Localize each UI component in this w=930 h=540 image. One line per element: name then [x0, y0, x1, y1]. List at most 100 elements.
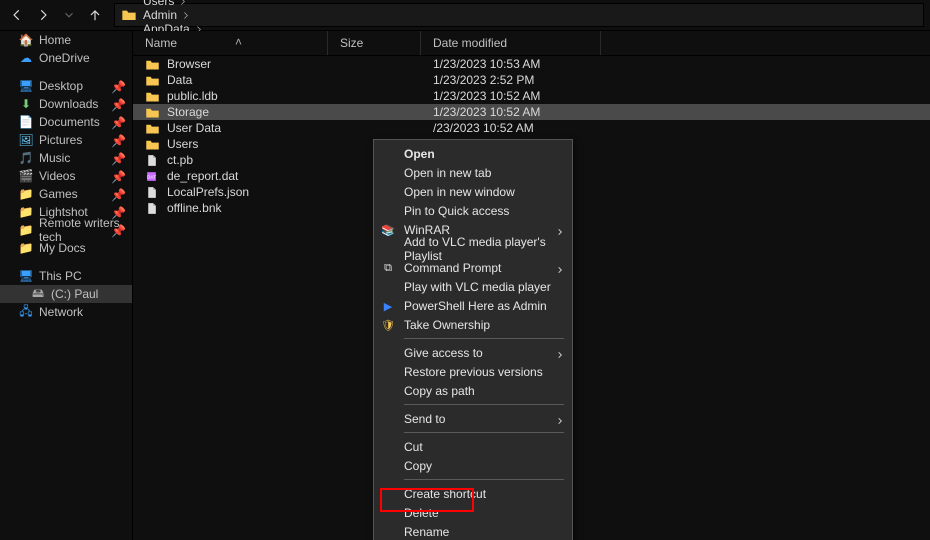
menu-send-to[interactable]: Send to [374, 409, 572, 428]
menu-label: Copy as path [404, 384, 475, 398]
menu-label: Open [404, 147, 435, 161]
folder-row[interactable]: public.ldb1/23/2023 10:52 AM [133, 88, 930, 104]
nav-back-button[interactable] [6, 4, 28, 26]
nav-thispc[interactable]: 🖥 This PC [0, 267, 132, 285]
file-date: 1/23/2023 10:52 AM [433, 89, 540, 103]
file-pane: Name ˄ Size Date modified Browser1/23/20… [133, 31, 930, 540]
nav-item-label: Games [39, 187, 78, 201]
nav-desktop[interactable]: 🖥 Desktop 📌 [0, 77, 132, 95]
menu-label: Send to [404, 412, 445, 426]
menu-label: Open in new window [404, 185, 515, 199]
menu-give-access[interactable]: Give access to [374, 343, 572, 362]
menu-rename[interactable]: Rename [374, 522, 572, 540]
folder-icon [145, 138, 161, 151]
nav-remote[interactable]: 📁 Remote writers tech 📌 [0, 221, 132, 239]
menu-label: Command Prompt [404, 261, 501, 275]
file-date: 1/23/2023 10:52 AM [433, 105, 540, 119]
shield-icon: 🛡 [380, 317, 396, 333]
menu-label: Restore previous versions [404, 365, 543, 379]
nav-item-label: Network [39, 305, 83, 319]
pin-icon: 📌 [111, 116, 126, 130]
nav-recent-dropdown[interactable] [58, 4, 80, 26]
nav-up-button[interactable] [84, 4, 106, 26]
menu-separator [404, 404, 564, 405]
nav-item-label: Pictures [39, 133, 82, 147]
file-name: Data [167, 73, 192, 87]
svg-text:DAT: DAT [147, 174, 156, 180]
nav-forward-button[interactable] [32, 4, 54, 26]
menu-open-win[interactable]: Open in new window [374, 182, 572, 201]
menu-open[interactable]: Open [374, 144, 572, 163]
nav-videos[interactable]: 🎬 Videos 📌 [0, 167, 132, 185]
menu-pin-quick[interactable]: Pin to Quick access [374, 201, 572, 220]
file-name: Users [167, 137, 198, 151]
menu-create-shortcut[interactable]: Create shortcut [374, 484, 572, 503]
menu-label: Take Ownership [404, 318, 490, 332]
nav-item-label: OneDrive [39, 51, 90, 65]
menu-delete[interactable]: Delete [374, 503, 572, 522]
nav-documents[interactable]: 📄 Documents 📌 [0, 113, 132, 131]
toolbar: This PC(C:) PaulUsersAdminAppDataLocalSp… [0, 0, 930, 31]
pin-icon: 📌 [111, 188, 126, 202]
pictures-icon: 🖼 [18, 133, 34, 147]
column-size[interactable]: Size [328, 31, 421, 55]
terminal-icon: ⧉ [380, 260, 396, 276]
address-bar[interactable]: This PC(C:) PaulUsersAdminAppDataLocalSp… [114, 3, 924, 27]
column-headers: Name ˄ Size Date modified [133, 31, 930, 56]
breadcrumb-label: Users [143, 0, 174, 8]
breadcrumb-segment[interactable]: Admin [143, 8, 207, 22]
menu-label: Pin to Quick access [404, 204, 509, 218]
nav-onedrive[interactable]: ☁ OneDrive [0, 49, 132, 67]
menu-cut[interactable]: Cut [374, 437, 572, 456]
nav-item-label: (C:) Paul [51, 287, 98, 301]
nav-mydocs[interactable]: 📁 My Docs [0, 239, 132, 257]
pin-icon: 📌 [111, 224, 126, 238]
nav-music[interactable]: 🎵 Music 📌 [0, 149, 132, 167]
file-date: /23/2023 10:52 AM [433, 121, 534, 135]
folder-row[interactable]: Data1/23/2023 2:52 PM [133, 72, 930, 88]
column-name[interactable]: Name ˄ [133, 31, 328, 55]
folder-row[interactable]: User Data/23/2023 10:52 AM [133, 120, 930, 136]
file-icon [145, 202, 161, 215]
cloud-icon: ☁ [18, 51, 34, 65]
nav-item-label: Music [39, 151, 70, 165]
videos-icon: 🎬 [18, 169, 34, 183]
pin-icon: 📌 [111, 152, 126, 166]
menu-separator [404, 338, 564, 339]
sort-asc-icon: ˄ [235, 35, 242, 49]
nav-games[interactable]: 📁 Games 📌 [0, 185, 132, 203]
menu-vlc-playlist[interactable]: Add to VLC media player's Playlist [374, 239, 572, 258]
nav-drive-c[interactable]: 🖴 (C:) Paul [0, 285, 132, 303]
download-icon: ⬇ [18, 97, 34, 111]
nav-downloads[interactable]: ⬇ Downloads 📌 [0, 95, 132, 113]
menu-restore[interactable]: Restore previous versions [374, 362, 572, 381]
nav-pane: 🏠 Home ☁ OneDrive 🖥 Desktop 📌 ⬇ Download… [0, 31, 133, 540]
menu-label: Cut [404, 440, 423, 454]
file-name: LocalPrefs.json [167, 185, 249, 199]
menu-open-tab[interactable]: Open in new tab [374, 163, 572, 182]
menu-vlc-play[interactable]: Play with VLC media player [374, 277, 572, 296]
menu-cmd[interactable]: ⧉ Command Prompt [374, 258, 572, 277]
pc-icon: 🖥 [18, 269, 34, 283]
menu-copy[interactable]: Copy [374, 456, 572, 475]
file-name: User Data [167, 121, 221, 135]
nav-pictures[interactable]: 🖼 Pictures 📌 [0, 131, 132, 149]
nav-home[interactable]: 🏠 Home [0, 31, 132, 49]
pin-icon: 📌 [111, 134, 126, 148]
column-date[interactable]: Date modified [421, 31, 601, 55]
breadcrumb-label: Admin [143, 8, 177, 22]
folder-row[interactable]: Storage1/23/2023 10:52 AM [133, 104, 930, 120]
menu-powershell[interactable]: ▶ PowerShell Here as Admin [374, 296, 572, 315]
folder-row[interactable]: Browser1/23/2023 10:53 AM [133, 56, 930, 72]
menu-copy-path[interactable]: Copy as path [374, 381, 572, 400]
file-name: de_report.dat [167, 169, 238, 183]
breadcrumb-segment[interactable]: Users [143, 0, 207, 8]
dat-file-icon: DAT [145, 170, 161, 183]
menu-separator [404, 479, 564, 480]
menu-label: PowerShell Here as Admin [404, 299, 547, 313]
nav-network[interactable]: 🖧 Network [0, 303, 132, 321]
nav-item-label: Videos [39, 169, 75, 183]
file-name: Browser [167, 57, 211, 71]
file-name: ct.pb [167, 153, 193, 167]
menu-take-ownership[interactable]: 🛡 Take Ownership [374, 315, 572, 334]
